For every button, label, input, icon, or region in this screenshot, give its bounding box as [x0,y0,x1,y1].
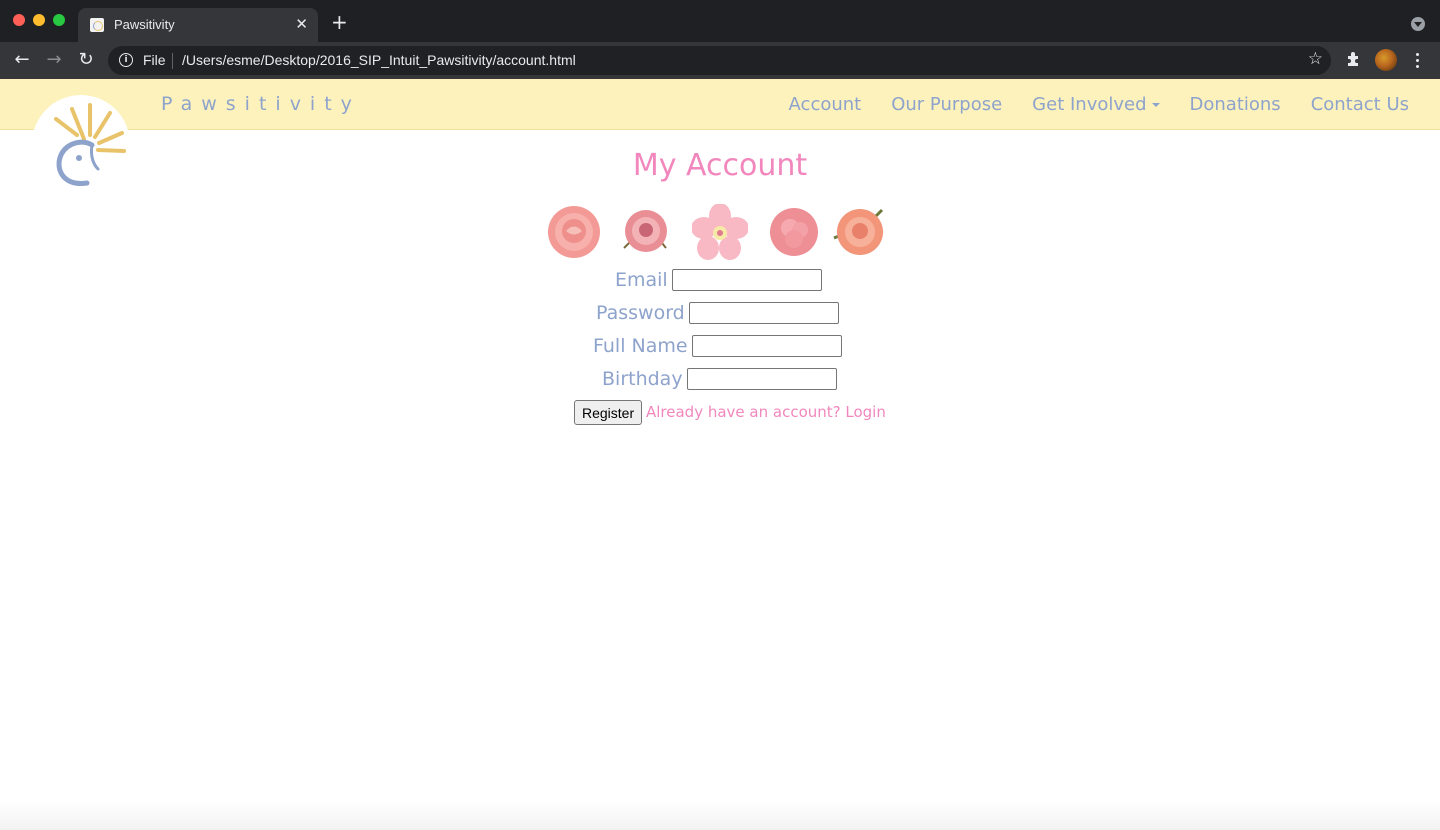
profile-avatar[interactable] [1375,49,1397,71]
extensions-puzzle-icon[interactable] [1345,50,1363,68]
login-link[interactable]: Already have an account? Login [646,403,886,421]
address-bar[interactable]: i File /Users/esme/Desktop/2016_SIP_Intu… [108,46,1331,75]
close-window-button[interactable] [13,14,25,26]
browser-tab[interactable]: Pawsitivity ✕ [78,8,318,42]
nav-get-involved-label: Get Involved [1032,94,1147,115]
full-name-label: Full Name [593,335,688,357]
favicon-icon [90,18,104,32]
bottom-shadow [0,800,1440,830]
password-row: Password [596,302,839,324]
peach-rose-image-icon [833,208,884,255]
email-row: Email [615,269,822,291]
password-label: Password [596,302,685,324]
nav-donations[interactable]: Donations [1190,94,1281,115]
browser-toolbar: ← → ↻ i File /Users/esme/Desktop/2016_SI… [0,42,1440,79]
email-field[interactable] [671,269,822,291]
bookmark-star-icon[interactable]: ☆ [1308,49,1323,69]
tab-title: Pawsitivity [114,17,175,32]
full-name-row: Full Name [593,335,842,357]
birthday-field[interactable] [686,368,837,390]
hibiscus-image-icon [692,204,748,260]
url-scheme-label: File [143,52,166,68]
flower-images [546,204,892,260]
close-tab-icon[interactable]: ✕ [295,15,308,33]
tab-search-icon[interactable] [1411,17,1425,31]
full-name-field[interactable] [691,335,842,357]
password-field[interactable] [688,302,839,324]
main-menu: Account Our Purpose Get Involved Donatio… [789,94,1409,115]
birthday-row: Birthday [602,368,837,390]
nav-account[interactable]: Account [789,94,862,115]
browser-menu-icon[interactable] [1411,49,1425,71]
new-tab-button[interactable]: + [331,12,348,32]
brand-link[interactable]: Pawsitivity [161,93,361,115]
url-text[interactable]: /Users/esme/Desktop/2016_SIP_Intuit_Paws… [182,52,576,68]
pink-rose-image-icon [548,206,600,258]
reload-icon[interactable]: ↻ [74,48,98,72]
nav-our-purpose[interactable]: Our Purpose [891,94,1002,115]
chevron-down-icon [1151,103,1160,107]
forward-icon[interactable]: → [42,48,66,72]
minimize-window-button[interactable] [33,14,45,26]
page-title: My Account [632,148,808,183]
site-info-icon[interactable]: i [119,53,133,67]
email-label: Email [615,269,668,291]
maximize-window-button[interactable] [53,14,65,26]
carnation-image-icon [770,208,818,256]
url-divider [172,53,173,69]
browser-titlebar: Pawsitivity ✕ + [0,0,1440,42]
birthday-label: Birthday [602,368,683,390]
nav-get-involved[interactable]: Get Involved [1032,94,1160,115]
register-button[interactable]: Register [574,400,643,425]
rose-bouquet-image-icon [623,210,667,252]
back-icon[interactable]: ← [10,48,34,72]
nav-contact-us[interactable]: Contact Us [1311,94,1409,115]
